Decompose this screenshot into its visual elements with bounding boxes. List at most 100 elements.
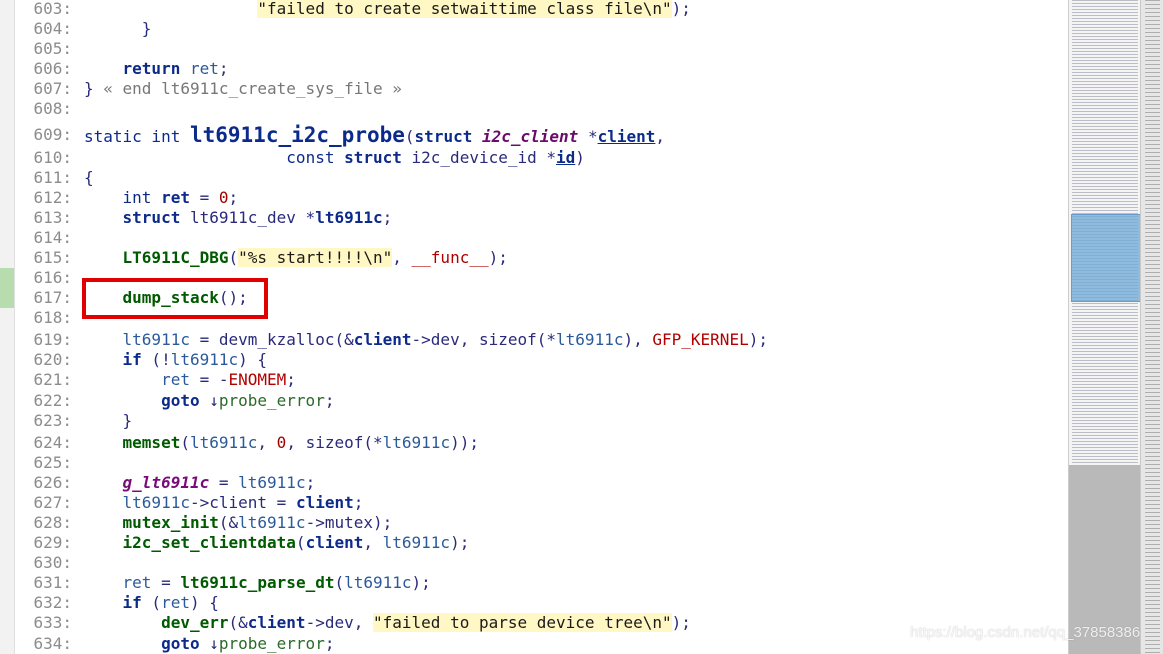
line-number: 622:	[33, 391, 72, 410]
scrollbar-marks	[1145, 0, 1160, 654]
code-editor[interactable]: 603: "failed to create setwaittime class…	[0, 0, 1068, 654]
code-token: lt6911c	[170, 350, 239, 369]
code-token: );	[411, 573, 431, 592]
line-number: 625:	[33, 453, 72, 472]
code-token: i2c_client	[481, 127, 579, 146]
code-text: ret = lt6911c_parse_dt(lt6911c);	[84, 573, 431, 593]
code-text: static int lt6911c_i2c_probe(struct i2c_…	[84, 123, 665, 149]
code-token: lt6911c	[189, 433, 258, 452]
code-token: ) {	[238, 350, 268, 369]
line-number: 626:	[33, 473, 72, 492]
line-number: 618:	[33, 308, 72, 327]
code-token: ret	[189, 59, 219, 78]
code-token: probe_error	[218, 391, 325, 410]
code-text: return ret;	[84, 59, 229, 79]
vertical-scrollbar[interactable]	[1140, 0, 1163, 654]
code-text: const struct i2c_device_id *id)	[84, 148, 585, 168]
code-token: client	[305, 533, 364, 552]
line-number: 633:	[33, 613, 72, 632]
code-text: }	[84, 411, 133, 431]
code-text: "failed to create setwaittime class file…	[84, 0, 691, 19]
line-number: 621:	[33, 370, 72, 389]
code-token: );	[488, 248, 508, 267]
line-number: 612:	[33, 188, 72, 207]
change-gutter	[0, 0, 15, 654]
code-token: lt6911c_dev *	[180, 208, 316, 227]
code-token: i2c_set_clientdata	[122, 533, 296, 552]
code-token: if	[122, 593, 142, 612]
code-token: return	[122, 59, 181, 78]
code-token: lt6911c	[238, 473, 306, 492]
code-token: );	[450, 533, 470, 552]
code-token: __func__	[411, 248, 489, 267]
code-token: if	[122, 350, 142, 369]
line-number: 604:	[33, 19, 72, 38]
code-token: ret	[161, 593, 190, 612]
code-minimap[interactable]	[1068, 0, 1141, 654]
code-token: = -	[189, 370, 229, 389]
line-number: 617:	[33, 288, 72, 307]
code-token: ;	[286, 370, 296, 389]
code-token: dev_err	[161, 613, 229, 632]
code-token: }	[141, 19, 152, 38]
line-number: 632:	[33, 593, 72, 612]
code-token: lt6911c	[315, 208, 383, 227]
line-number: 614:	[33, 228, 72, 247]
code-token: }	[122, 411, 133, 430]
line-number: 619:	[33, 330, 72, 349]
code-token: }	[84, 79, 104, 98]
code-token: ret	[161, 370, 190, 389]
line-number: 627:	[33, 493, 72, 512]
code-token: (&	[218, 513, 239, 532]
line-number: 630:	[33, 553, 72, 572]
code-token: probe_error	[218, 634, 325, 653]
code-text: LT6911C_DBG("%s start!!!!\n", __func__);	[84, 248, 508, 268]
code-text: lt6911c->client = client;	[84, 493, 364, 513]
line-number: 608:	[33, 99, 72, 118]
code-text: struct lt6911c_dev *lt6911c;	[84, 208, 393, 228]
code-token: client	[247, 613, 306, 632]
code-token: LT6911C_DBG	[122, 248, 229, 267]
code-token: struct	[344, 148, 402, 167]
code-token: g_lt6911c	[122, 473, 210, 492]
code-token: ;	[218, 59, 229, 78]
code-token: ↓	[199, 634, 219, 653]
code-token: GFP_KERNEL	[652, 330, 749, 349]
line-number: 629:	[33, 533, 72, 552]
code-text: lt6911c = devm_kzalloc(&client->dev, siz…	[84, 330, 768, 350]
line-number: 610:	[33, 148, 72, 167]
code-token: )	[575, 148, 585, 167]
code-token: lt6911c	[122, 493, 190, 512]
watermark-text: https://blog.csdn.net/qq_37858386	[910, 624, 1141, 641]
minimap-viewport-indicator[interactable]	[1071, 214, 1141, 302]
code-text: if (ret) {	[84, 593, 219, 613]
code-token: lt6911c	[382, 533, 451, 552]
code-token: i2c_device_id *	[401, 148, 557, 167]
modified-line-marker	[0, 268, 14, 308]
code-token: {	[84, 168, 94, 187]
code-text: dev_err(&client->dev, "failed to parse d…	[84, 613, 691, 633]
code-token: (	[334, 573, 345, 592]
code-token: client	[295, 493, 354, 512]
code-text: goto ↓probe_error;	[84, 634, 334, 654]
code-token: lt6911c	[382, 433, 451, 452]
line-number: 634:	[33, 634, 72, 653]
line-number: 631:	[33, 573, 72, 592]
line-number: 609:	[33, 125, 72, 144]
code-token: ;	[305, 473, 316, 492]
code-token: lt6911c	[238, 513, 306, 532]
